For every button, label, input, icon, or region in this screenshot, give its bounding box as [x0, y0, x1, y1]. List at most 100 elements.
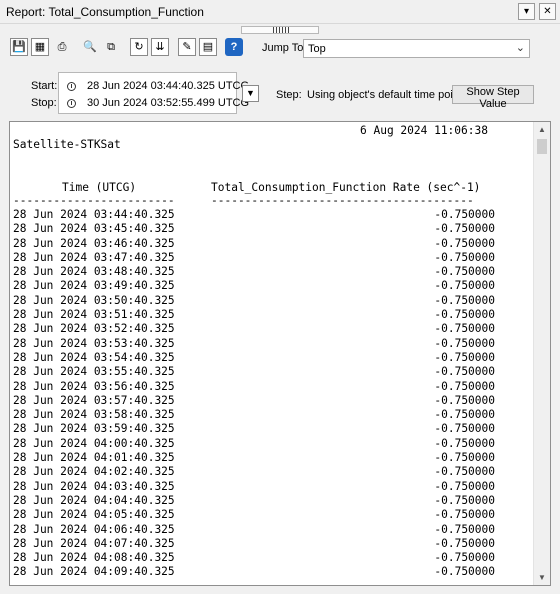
row-time: 28 Jun 2024 04:07:40.325 — [13, 536, 175, 550]
report-generated-date: 6 Aug 2024 11:06:38 — [360, 124, 488, 137]
row-time: 28 Jun 2024 03:56:40.325 — [13, 379, 175, 393]
vertical-scrollbar[interactable]: ▲ ▼ — [533, 122, 550, 585]
refresh-icon[interactable]: ↻ — [130, 38, 148, 56]
row-time: 28 Jun 2024 03:54:40.325 — [13, 350, 175, 364]
row-rate-value: -0.750000 — [434, 536, 495, 550]
row-time: 28 Jun 2024 04:06:40.325 — [13, 522, 175, 536]
row-rate-value: -0.750000 — [434, 322, 495, 336]
column-header-rate: Total_Consumption_Function Rate (sec^-1) — [211, 181, 481, 194]
time-range-box[interactable]: 28 Jun 2024 03:44:40.325 UTCG 30 Jun 202… — [58, 72, 249, 114]
row-time: 28 Jun 2024 04:08:40.325 — [13, 551, 175, 565]
row-rate-value: -0.750000 — [434, 293, 495, 307]
row-rate-value: -0.750000 — [434, 465, 495, 479]
row-time: 28 Jun 2024 03:46:40.325 — [13, 236, 175, 250]
title-bar: Report: Total_Consumption_Function ▾ ✕ — [0, 0, 560, 24]
table-row: 28 Jun 2024 03:48:40.325 -0.750000 — [10, 265, 530, 279]
row-rate-value: -0.750000 — [434, 565, 495, 579]
report-style-icon[interactable]: ▤ — [199, 38, 217, 56]
row-time: 28 Jun 2024 03:55:40.325 — [13, 365, 175, 379]
row-rate-value: -0.750000 — [434, 522, 495, 536]
scroll-down-icon[interactable]: ▼ — [534, 573, 550, 582]
row-rate-value: -0.750000 — [434, 408, 495, 422]
row-rate-value: -0.750000 — [434, 265, 495, 279]
step-label: Step: — [276, 89, 302, 101]
table-row: 28 Jun 2024 03:46:40.325 -0.750000 — [10, 237, 530, 251]
table-row: 28 Jun 2024 03:50:40.325 -0.750000 — [10, 294, 530, 308]
table-row: 28 Jun 2024 04:07:40.325 -0.750000 — [10, 537, 530, 551]
row-rate-value: -0.750000 — [434, 508, 495, 522]
table-row: 28 Jun 2024 04:08:40.325 -0.750000 — [10, 551, 530, 565]
jump-to-value: Top — [308, 43, 326, 55]
row-rate-value: -0.750000 — [434, 551, 495, 565]
table-row: 28 Jun 2024 03:45:40.325 -0.750000 — [10, 222, 530, 236]
window-menu-button[interactable]: ▾ — [518, 3, 535, 20]
row-time: 28 Jun 2024 03:44:40.325 — [13, 208, 175, 221]
properties-icon[interactable]: ✎ — [178, 38, 196, 56]
row-time: 28 Jun 2024 03:47:40.325 — [13, 250, 175, 264]
gripper-dots — [273, 27, 289, 33]
start-label: Start: — [31, 80, 58, 92]
row-time: 28 Jun 2024 04:09:40.325 — [13, 565, 175, 579]
jump-to-select[interactable]: Top ⌄ — [303, 39, 530, 58]
scrollbar-thumb[interactable] — [537, 139, 547, 154]
table-row: 28 Jun 2024 04:06:40.325 -0.750000 — [10, 523, 530, 537]
auto-update-icon[interactable]: ⇊ — [151, 38, 169, 56]
find-icon[interactable]: 🔍 — [81, 38, 99, 56]
table-row: 28 Jun 2024 04:05:40.325 -0.750000 — [10, 508, 530, 522]
stop-label: Stop: — [31, 97, 57, 109]
print-icon[interactable]: ⎙ — [53, 38, 71, 56]
chevron-down-icon: ⌄ — [515, 42, 525, 54]
row-rate-value: -0.750000 — [434, 222, 495, 236]
table-row: 28 Jun 2024 03:47:40.325 -0.750000 — [10, 251, 530, 265]
row-time: 28 Jun 2024 03:50:40.325 — [13, 293, 175, 307]
table-row: 28 Jun 2024 03:58:40.325 -0.750000 — [10, 408, 530, 422]
row-time: 28 Jun 2024 03:53:40.325 — [13, 336, 175, 350]
table-row: 28 Jun 2024 03:56:40.325 -0.750000 — [10, 380, 530, 394]
copy-icon[interactable]: ⧉ — [102, 38, 120, 56]
row-time: 28 Jun 2024 04:05:40.325 — [13, 508, 175, 522]
row-rate-value: -0.750000 — [434, 422, 495, 436]
table-row: 28 Jun 2024 03:53:40.325 -0.750000 — [10, 337, 530, 351]
report-text-area[interactable]: 6 Aug 2024 11:06:38 Satellite-STKSat Tim… — [9, 121, 551, 586]
column-header-time: Time (UTCG) — [62, 181, 137, 194]
table-row: 28 Jun 2024 04:04:40.325 -0.750000 — [10, 494, 530, 508]
row-rate-value: -0.750000 — [434, 350, 495, 364]
help-icon[interactable]: ? — [225, 38, 243, 56]
table-row: 28 Jun 2024 03:55:40.325 -0.750000 — [10, 365, 530, 379]
toolbar-gripper[interactable] — [241, 26, 319, 34]
row-rate-value: -0.750000 — [434, 336, 495, 350]
table-row: 28 Jun 2024 04:02:40.325 -0.750000 — [10, 465, 530, 479]
time-options-button[interactable]: ▼ — [242, 85, 259, 102]
table-row: 28 Jun 2024 03:44:40.325 -0.750000 — [10, 208, 530, 222]
row-time: 28 Jun 2024 03:58:40.325 — [13, 408, 175, 422]
table-row: 28 Jun 2024 04:01:40.325 -0.750000 — [10, 451, 530, 465]
header-separator-rate: --------------------------------------- — [211, 194, 474, 207]
table-row: 28 Jun 2024 03:54:40.325 -0.750000 — [10, 351, 530, 365]
show-step-value-button[interactable]: Show Step Value — [452, 85, 534, 110]
row-rate-value: -0.750000 — [434, 493, 495, 507]
row-time: 28 Jun 2024 03:52:40.325 — [13, 322, 175, 336]
row-time: 28 Jun 2024 03:45:40.325 — [13, 222, 175, 236]
row-time: 28 Jun 2024 03:57:40.325 — [13, 393, 175, 407]
row-rate-value: -0.750000 — [434, 436, 495, 450]
row-rate-value: -0.750000 — [434, 479, 495, 493]
table-row: 28 Jun 2024 04:00:40.325 -0.750000 — [10, 437, 530, 451]
row-time: 28 Jun 2024 03:59:40.325 — [13, 422, 175, 436]
row-rate-value: -0.750000 — [434, 451, 495, 465]
step-value: Using object's default time points — [307, 89, 468, 101]
row-rate-value: -0.750000 — [434, 393, 495, 407]
close-button[interactable]: ✕ — [539, 3, 556, 20]
table-row: 28 Jun 2024 03:51:40.325 -0.750000 — [10, 308, 530, 322]
row-rate-value: -0.750000 — [434, 308, 495, 322]
export-excel-icon[interactable]: ▦ — [31, 38, 49, 56]
row-rate-value: -0.750000 — [434, 279, 495, 293]
row-rate-value: -0.750000 — [434, 365, 495, 379]
header-separator-time: ------------------------ — [13, 194, 175, 207]
save-icon[interactable]: 💾 — [10, 38, 28, 56]
start-clock-icon — [67, 82, 76, 91]
jump-to-label: Jump To: — [262, 42, 307, 54]
stop-time-value[interactable]: 30 Jun 2024 03:52:55.499 UTCG — [87, 97, 249, 109]
start-time-value[interactable]: 28 Jun 2024 03:44:40.325 UTCG — [87, 80, 249, 92]
row-rate-value: -0.750000 — [434, 250, 495, 264]
scroll-up-icon[interactable]: ▲ — [534, 125, 550, 134]
